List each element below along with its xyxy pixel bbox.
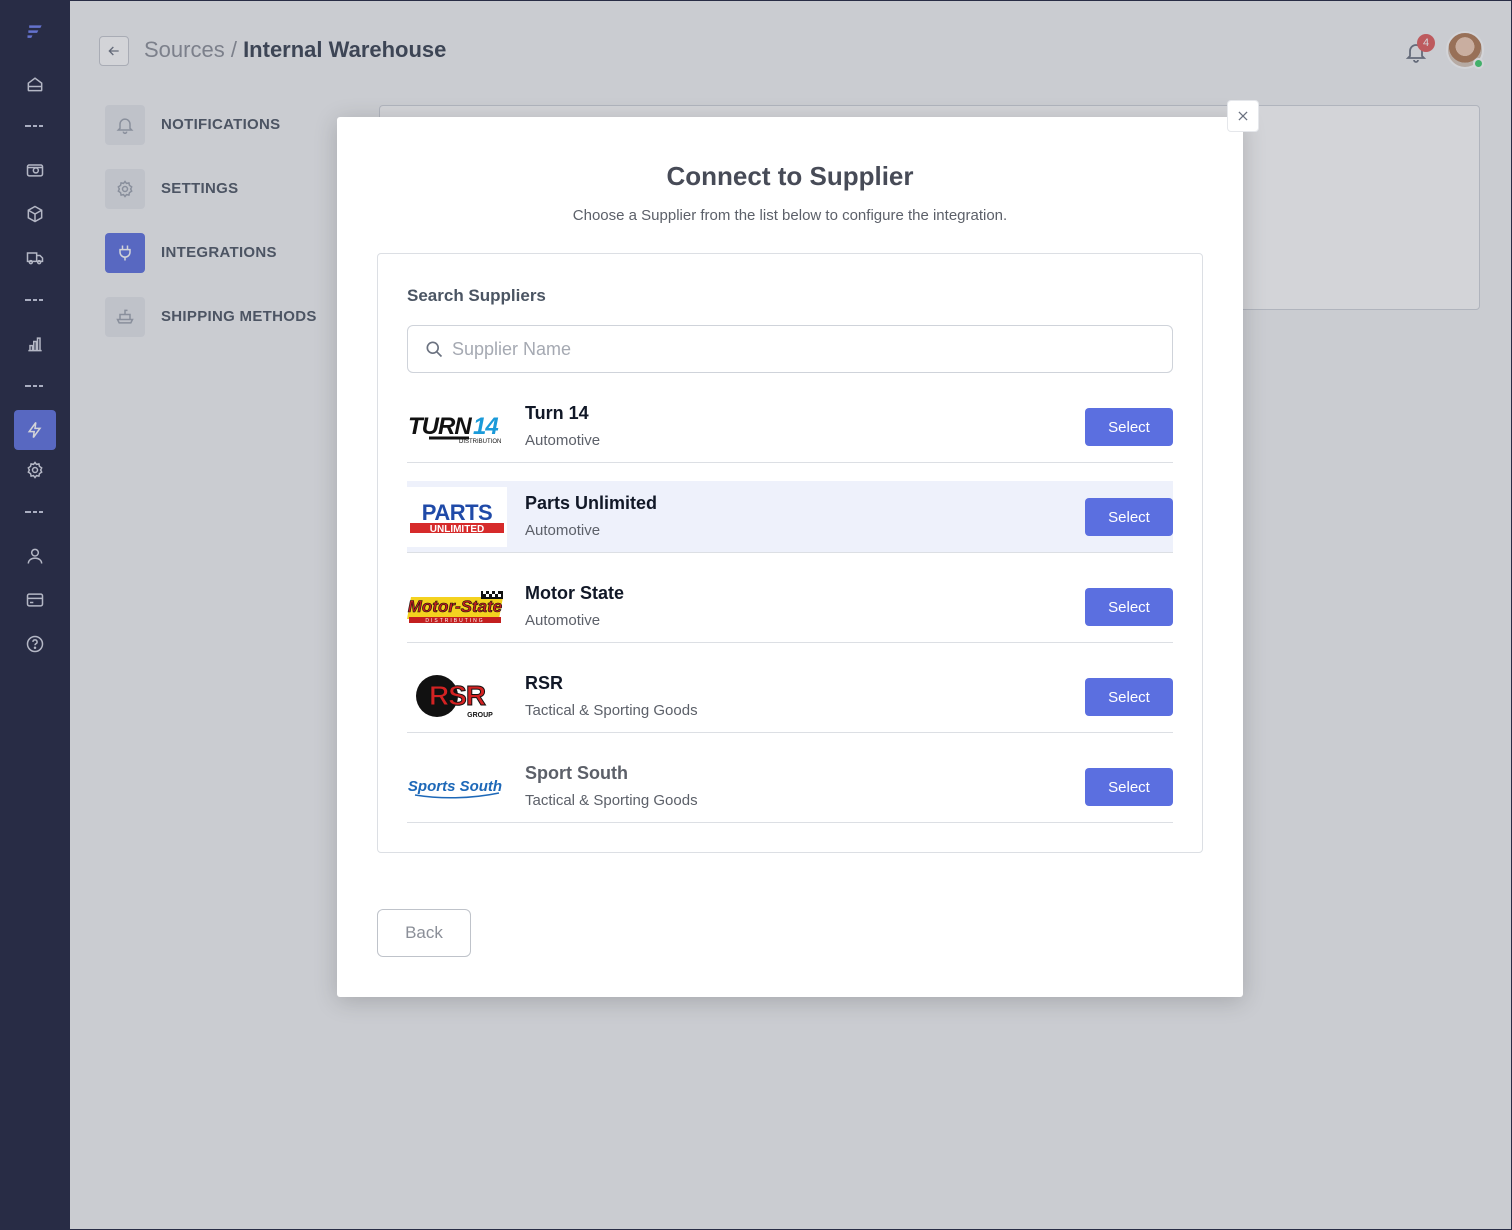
select-button[interactable]: Select [1085,588,1173,626]
select-button[interactable]: Select [1085,498,1173,536]
supplier-row: Sports South Sport South Tactical & Spor… [407,751,1173,823]
svg-text:Sports South: Sports South [408,778,502,795]
supplier-panel: Search Suppliers TURN 14 DISTRIBUTION Tu… [377,253,1203,853]
supplier-row: PARTS UNLIMITED Parts Unlimited Automoti… [407,481,1173,553]
svg-text:UNLIMITED: UNLIMITED [430,524,484,535]
supplier-row: Motor-State DISTRIBUTING Motor State Aut… [407,571,1173,643]
search-icon [426,341,443,358]
svg-text:DISTRIBUTING: DISTRIBUTING [425,618,484,624]
connect-supplier-modal: Connect to Supplier Choose a Supplier fr… [337,117,1243,997]
svg-text:TURN: TURN [408,413,472,440]
back-button[interactable]: Back [377,909,471,957]
supplier-name: Motor State [525,583,624,603]
search-input[interactable] [452,336,1152,362]
close-icon [1238,111,1248,121]
close-modal-button[interactable] [1227,100,1259,132]
svg-text:RSR: RSR [429,680,486,711]
supplier-row: RSR GROUP RSR Tactical & Sporting Goods … [407,661,1173,733]
motor-state-logo: Motor-State DISTRIBUTING [407,577,507,637]
rsr-logo: RSR GROUP [407,667,507,727]
supplier-category: Automotive [525,522,601,539]
supplier-name: Sport South [525,763,628,783]
search-label: Search Suppliers [407,286,546,305]
supplier-name: RSR [525,673,564,693]
supplier-name: Turn 14 [525,403,589,423]
modal-title: Connect to Supplier [666,161,914,191]
sports-south-logo: Sports South [407,757,507,817]
supplier-category: Tactical & Sporting Goods [525,702,698,719]
select-button[interactable]: Select [1085,408,1173,446]
supplier-category: Tactical & Sporting Goods [525,792,698,809]
supplier-name: Parts Unlimited [525,493,658,513]
supplier-category: Automotive [525,432,601,449]
supplier-row: TURN 14 DISTRIBUTION Turn 14 Automotive … [407,391,1173,463]
svg-text:Motor-State: Motor-State [408,597,502,616]
svg-text:PARTS: PARTS [422,500,492,525]
parts-unlimited-logo: PARTS UNLIMITED [407,487,507,547]
turn14-logo: TURN 14 DISTRIBUTION [407,397,507,457]
modal-subtitle: Choose a Supplier from the list below to… [572,207,1008,224]
select-button[interactable]: Select [1085,768,1173,806]
search-field[interactable] [407,325,1173,373]
select-button[interactable]: Select [1085,678,1173,716]
supplier-category: Automotive [525,612,601,629]
svg-text:14: 14 [473,413,498,440]
svg-text:GROUP: GROUP [467,712,493,719]
svg-text:DISTRIBUTION: DISTRIBUTION [459,439,501,445]
